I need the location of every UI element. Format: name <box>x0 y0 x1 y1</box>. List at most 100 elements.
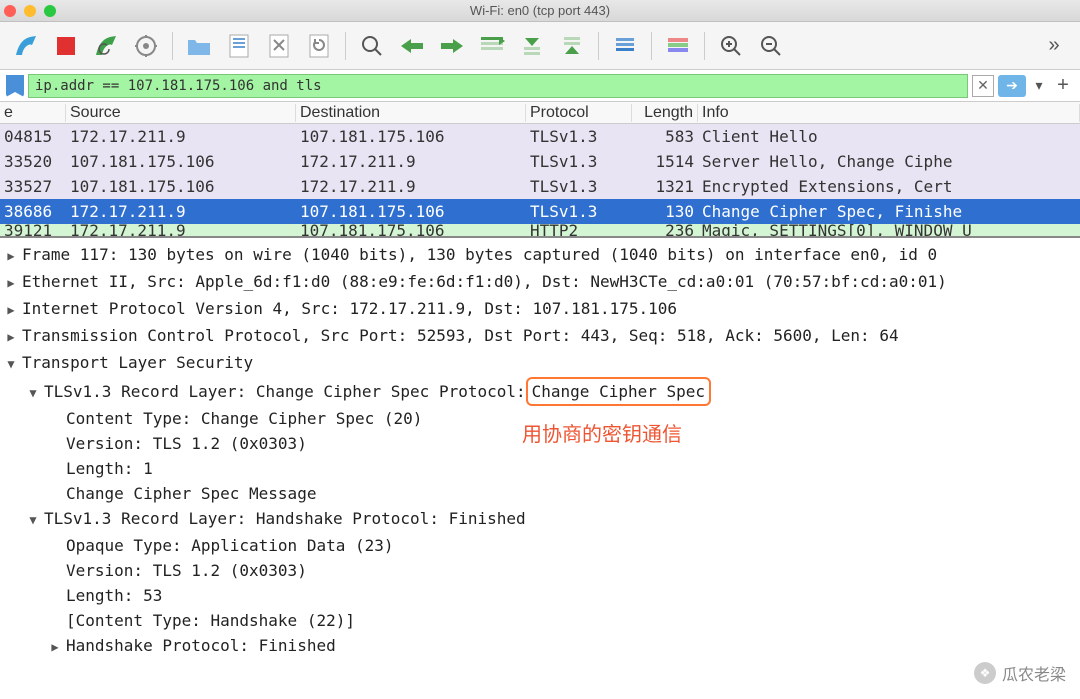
zoom-in-button[interactable] <box>713 28 749 64</box>
save-file-button[interactable] <box>221 28 257 64</box>
tree-text: Handshake Protocol: Finished <box>66 633 336 658</box>
cell-proto: HTTP2 <box>526 224 632 236</box>
col-header-info[interactable]: Info <box>698 104 1080 122</box>
titlebar: Wi-Fi: en0 (tcp port 443) <box>0 0 1080 22</box>
colorize-button[interactable] <box>660 28 696 64</box>
tree-text: [Content Type: Handshake (22)] <box>66 608 355 633</box>
cell-dst: 107.181.175.106 <box>296 224 526 236</box>
col-header-destination[interactable]: Destination <box>296 104 526 122</box>
clear-filter-button[interactable]: ✕ <box>972 75 994 97</box>
go-back-button[interactable] <box>394 28 430 64</box>
filter-history-dropdown[interactable]: ▾ <box>1030 75 1048 97</box>
annotation-text: 用协商的密钥通信 <box>522 418 682 447</box>
tree-text: Change Cipher Spec Message <box>66 481 316 506</box>
tree-text: Transport Layer Security <box>22 350 253 375</box>
packet-row[interactable]: 39121172.17.211.9107.181.175.106HTTP2236… <box>0 224 1080 236</box>
main-toolbar: » <box>0 22 1080 70</box>
tree-handshake[interactable]: ▶Handshake Protocol: Finished <box>0 633 1080 660</box>
go-forward-button[interactable] <box>434 28 470 64</box>
expand-icon[interactable]: ▶ <box>0 271 22 296</box>
tree-text: Length: 53 <box>66 583 162 608</box>
cell-info: Change Cipher Spec, Finishe <box>698 202 1080 221</box>
packet-row[interactable]: 33520107.181.175.106172.17.211.9TLSv1.31… <box>0 149 1080 174</box>
stop-capture-button[interactable] <box>48 28 84 64</box>
tree-leaf[interactable]: Opaque Type: Application Data (23) <box>0 533 1080 558</box>
bookmark-icon[interactable] <box>6 75 24 97</box>
tree-leaf[interactable]: Version: TLS 1.2 (0x0303) <box>0 558 1080 583</box>
cell-no: 38686 <box>0 202 66 221</box>
cell-len: 236 <box>632 224 698 236</box>
collapse-icon[interactable]: ▼ <box>22 381 44 406</box>
col-header-protocol[interactable]: Protocol <box>526 104 632 122</box>
highlight-change-cipher-spec: Change Cipher Spec <box>526 377 711 406</box>
tree-leaf[interactable]: Change Cipher Spec Message <box>0 481 1080 506</box>
packet-row[interactable]: 04815172.17.211.9107.181.175.106TLSv1.35… <box>0 124 1080 149</box>
cell-len: 1514 <box>632 152 698 171</box>
toolbar-separator <box>345 32 346 60</box>
collapse-icon[interactable]: ▼ <box>22 508 44 533</box>
tree-text: TLSv1.3 Record Layer: Handshake Protocol… <box>44 506 526 531</box>
collapse-icon[interactable]: ▼ <box>0 352 22 377</box>
display-filter-input[interactable] <box>28 74 968 98</box>
tree-text: Transmission Control Protocol, Src Port:… <box>22 323 899 348</box>
tree-ip[interactable]: ▶Internet Protocol Version 4, Src: 172.1… <box>0 296 1080 323</box>
add-filter-button[interactable]: + <box>1052 74 1074 97</box>
tree-tls[interactable]: ▼Transport Layer Security <box>0 350 1080 377</box>
toolbar-separator <box>651 32 652 60</box>
cell-info: Server Hello, Change Ciphe <box>698 152 1080 171</box>
cell-dst: 107.181.175.106 <box>296 202 526 221</box>
find-button[interactable] <box>354 28 390 64</box>
cell-proto: TLSv1.3 <box>526 152 632 171</box>
expand-icon[interactable]: ▶ <box>44 635 66 660</box>
expand-icon[interactable]: ▶ <box>0 325 22 350</box>
tree-text: Internet Protocol Version 4, Src: 172.17… <box>22 296 677 321</box>
tree-text: Frame 117: 130 bytes on wire (1040 bits)… <box>22 242 937 267</box>
minimize-window-button[interactable] <box>24 5 36 17</box>
tree-leaf[interactable]: Length: 1 <box>0 456 1080 481</box>
tree-text: Length: 1 <box>66 456 153 481</box>
cell-info: Client Hello <box>698 127 1080 146</box>
restart-capture-button[interactable] <box>88 28 124 64</box>
tree-tcp[interactable]: ▶Transmission Control Protocol, Src Port… <box>0 323 1080 350</box>
packet-details: ▶Frame 117: 130 bytes on wire (1040 bits… <box>0 236 1080 699</box>
go-to-packet-button[interactable] <box>474 28 510 64</box>
open-file-button[interactable] <box>181 28 217 64</box>
tree-record2[interactable]: ▼TLSv1.3 Record Layer: Handshake Protoco… <box>0 506 1080 533</box>
toolbar-separator <box>704 32 705 60</box>
go-last-button[interactable] <box>554 28 590 64</box>
packet-row[interactable]: 38686172.17.211.9107.181.175.106TLSv1.31… <box>0 199 1080 224</box>
shark-fin-icon[interactable] <box>8 28 44 64</box>
auto-scroll-button[interactable] <box>607 28 643 64</box>
cell-len: 583 <box>632 127 698 146</box>
toolbar-overflow-button[interactable]: » <box>1036 28 1072 64</box>
zoom-out-button[interactable] <box>753 28 789 64</box>
tree-frame[interactable]: ▶Frame 117: 130 bytes on wire (1040 bits… <box>0 242 1080 269</box>
maximize-window-button[interactable] <box>44 5 56 17</box>
reload-button[interactable] <box>301 28 337 64</box>
tree-record1[interactable]: ▼TLSv1.3 Record Layer: Change Cipher Spe… <box>0 377 1080 406</box>
tree-text: Ethernet II, Src: Apple_6d:f1:d0 (88:e9:… <box>22 269 947 294</box>
tree-leaf[interactable]: Length: 53 <box>0 583 1080 608</box>
tree-text: Content Type: Change Cipher Spec (20) <box>66 406 422 431</box>
col-header-source[interactable]: Source <box>66 104 296 122</box>
go-first-button[interactable] <box>514 28 550 64</box>
packet-list: e Source Destination Protocol Length Inf… <box>0 102 1080 236</box>
apply-filter-button[interactable]: ➔ <box>998 75 1026 97</box>
tree-leaf[interactable]: [Content Type: Handshake (22)] <box>0 608 1080 633</box>
cell-no: 39121 <box>0 224 66 236</box>
cell-src: 107.181.175.106 <box>66 152 296 171</box>
col-header-no[interactable]: e <box>0 104 66 122</box>
tree-ethernet[interactable]: ▶Ethernet II, Src: Apple_6d:f1:d0 (88:e9… <box>0 269 1080 296</box>
cell-proto: TLSv1.3 <box>526 177 632 196</box>
close-window-button[interactable] <box>4 5 16 17</box>
col-header-length[interactable]: Length <box>632 104 698 122</box>
watermark: ❖ 瓜农老梁 <box>974 661 1066 685</box>
expand-icon[interactable]: ▶ <box>0 244 22 269</box>
packet-row[interactable]: 33527107.181.175.106172.17.211.9TLSv1.31… <box>0 174 1080 199</box>
cell-src: 172.17.211.9 <box>66 127 296 146</box>
close-file-button[interactable] <box>261 28 297 64</box>
cell-info: Encrypted Extensions, Cert <box>698 177 1080 196</box>
expand-icon[interactable]: ▶ <box>0 298 22 323</box>
toolbar-separator <box>172 32 173 60</box>
options-button[interactable] <box>128 28 164 64</box>
